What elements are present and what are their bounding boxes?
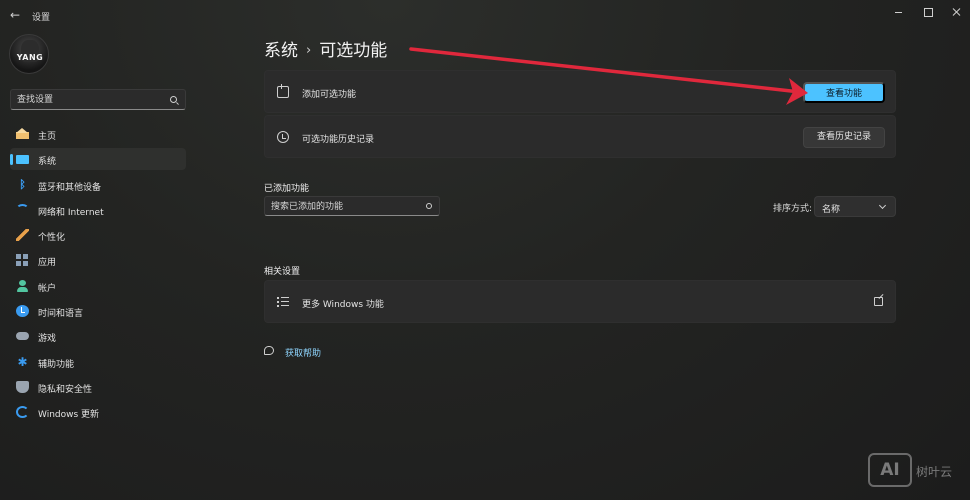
sidebar-item-privacy[interactable]: 隐私和安全性 <box>10 376 186 398</box>
sidebar-item-gaming[interactable]: 游戏 <box>10 325 186 347</box>
more-windows-features-label: 更多 Windows 功能 <box>302 300 384 310</box>
search-icon[interactable] <box>170 96 177 103</box>
sidebar-item-label: 个性化 <box>38 233 66 244</box>
added-features-search-box[interactable] <box>264 196 440 216</box>
maximize-button[interactable] <box>921 5 935 19</box>
close-button[interactable] <box>950 5 964 19</box>
breadcrumb-parent[interactable]: 系统 <box>264 41 298 61</box>
sidebar-item-label: 游戏 <box>38 334 57 345</box>
related-settings-heading: 相关设置 <box>264 267 301 277</box>
add-optional-feature-label: 添加可选功能 <box>302 90 357 100</box>
list-icon <box>277 296 289 308</box>
help-chat-icon <box>264 346 274 355</box>
minimize-button[interactable] <box>892 5 906 19</box>
get-help-label: 获取帮助 <box>285 349 322 359</box>
view-history-button[interactable]: 查看历史记录 <box>803 127 885 148</box>
breadcrumb-separator: › <box>306 43 312 58</box>
sidebar-item-label: 系统 <box>38 157 57 168</box>
sidebar-item-time-language[interactable]: 时间和语言 <box>10 300 186 322</box>
user-icon <box>16 279 29 292</box>
avatar-text: YANG <box>16 53 44 62</box>
home-icon <box>16 128 29 139</box>
back-arrow-icon[interactable]: ← <box>8 8 22 22</box>
sort-label: 排序方式: <box>773 204 813 214</box>
add-grid-icon <box>277 84 289 98</box>
watermark-logo: AI 树叶云 <box>868 453 964 487</box>
sidebar-item-apps[interactable]: 应用 <box>10 249 186 271</box>
external-link-icon <box>874 297 883 306</box>
sidebar-item-accessibility[interactable]: ✱ 辅助功能 <box>10 351 186 373</box>
wifi-icon <box>16 203 29 214</box>
app-title: 设置 <box>32 13 51 23</box>
search-icon[interactable] <box>426 203 432 209</box>
settings-search-input[interactable] <box>17 93 167 107</box>
gamepad-icon <box>16 332 29 341</box>
sidebar-item-label: 网络和 Internet <box>38 207 104 218</box>
sidebar-item-label: 主页 <box>38 132 57 142</box>
watermark-text: 树叶云 <box>916 465 953 479</box>
more-windows-features-card[interactable]: 更多 Windows 功能 <box>264 280 896 323</box>
brush-icon <box>16 229 29 242</box>
sidebar-item-personalization[interactable]: 个性化 <box>10 224 186 246</box>
sidebar-item-label: 隐私和安全性 <box>38 384 93 395</box>
add-optional-feature-card: 添加可选功能 查看功能 <box>264 70 896 113</box>
added-features-heading: 已添加功能 <box>264 184 310 194</box>
optional-feature-history-label: 可选功能历史记录 <box>302 135 375 145</box>
sidebar-item-label: 帐户 <box>38 283 57 294</box>
sidebar-item-home[interactable]: 主页 <box>10 123 186 145</box>
accessibility-icon: ✱ <box>17 354 28 369</box>
clock-globe-icon <box>16 305 29 318</box>
view-features-button[interactable]: 查看功能 <box>803 82 885 103</box>
chevron-down-icon <box>878 201 887 210</box>
sidebar-nav: 主页 系统 ᛒ 蓝牙和其他设备 网络和 Internet 个性化 应用 帐户 时… <box>10 123 186 427</box>
shield-icon <box>16 380 29 393</box>
sidebar-item-label: 应用 <box>38 258 57 269</box>
system-icon <box>16 155 29 165</box>
sidebar-item-label: 时间和语言 <box>38 309 84 320</box>
history-icon <box>277 131 289 143</box>
sidebar-item-bluetooth[interactable]: ᛒ 蓝牙和其他设备 <box>10 174 186 196</box>
sidebar-item-label: Windows 更新 <box>38 410 100 421</box>
bluetooth-icon: ᛒ <box>19 177 26 191</box>
sidebar-item-windows-update[interactable]: Windows 更新 <box>10 401 186 423</box>
settings-search-box[interactable] <box>10 89 186 110</box>
update-icon <box>16 406 29 419</box>
breadcrumb: 系统 › 可选功能 <box>264 36 387 61</box>
sidebar-item-network[interactable]: 网络和 Internet <box>10 199 186 221</box>
optional-feature-history-card[interactable]: 可选功能历史记录 查看历史记录 <box>264 115 896 158</box>
sidebar-item-system[interactable]: 系统 <box>10 148 186 171</box>
avatar[interactable]: YANG <box>9 34 49 74</box>
apps-icon <box>16 254 29 267</box>
added-features-search-input[interactable] <box>271 200 421 213</box>
sidebar-item-accounts[interactable]: 帐户 <box>10 275 186 297</box>
page-title: 可选功能 <box>319 41 388 61</box>
sort-selected-value: 名称 <box>822 205 841 215</box>
watermark-badge: AI <box>868 453 912 487</box>
sidebar-item-label: 辅助功能 <box>38 359 75 370</box>
sort-dropdown[interactable]: 名称 <box>814 196 896 217</box>
sidebar-item-label: 蓝牙和其他设备 <box>38 182 102 193</box>
title-bar: ← 设置 <box>0 0 970 30</box>
